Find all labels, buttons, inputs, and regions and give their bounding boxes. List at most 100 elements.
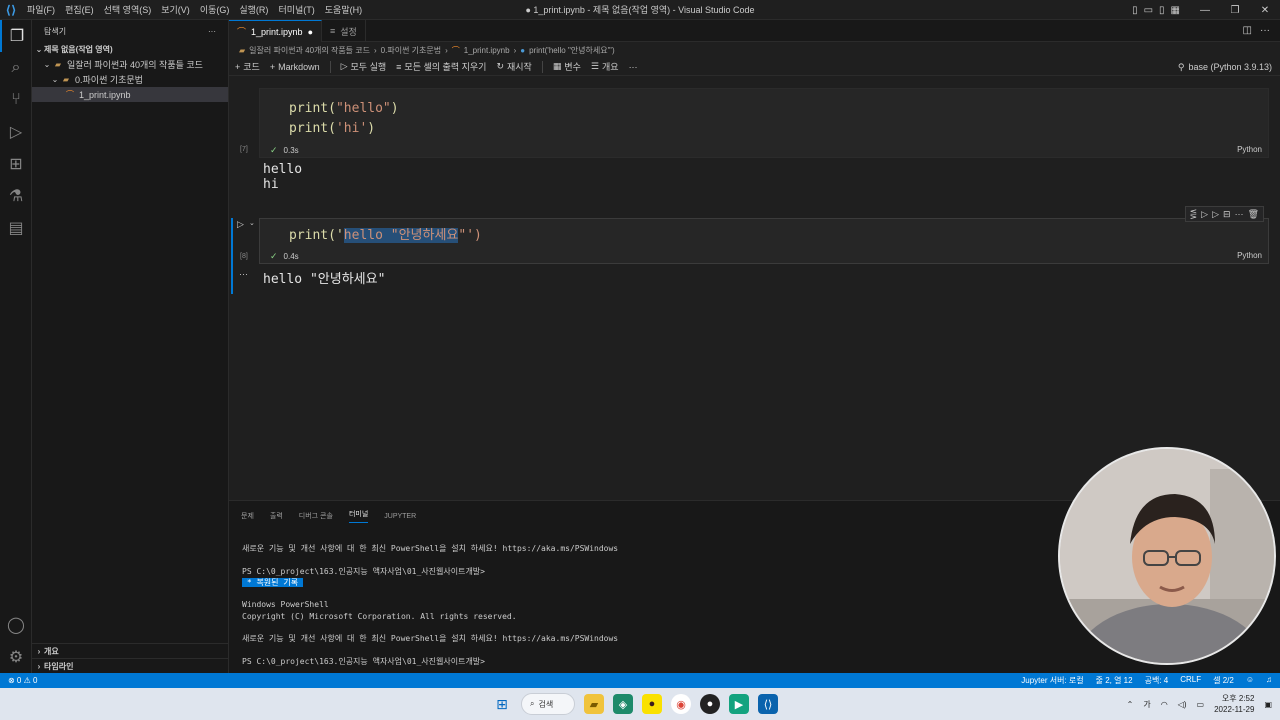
notifications-bell-icon[interactable]: ♫ bbox=[1266, 675, 1272, 686]
breadcrumb-item[interactable]: 일잘러 파이썬과 40개의 작품들 코드 bbox=[249, 45, 370, 56]
indentation[interactable]: 공백: 4 bbox=[1145, 675, 1169, 686]
tab-jupyter[interactable]: JUPYTER bbox=[384, 513, 416, 520]
subfolder-item[interactable]: ⌄ ▰ 0.파이썬 기초문법 bbox=[32, 72, 228, 87]
workspace-root[interactable]: ⌄ 제목 없음(작업 영역) bbox=[32, 42, 228, 57]
toggle-secondary-sidebar-icon[interactable]: ▯ bbox=[1159, 5, 1165, 16]
toggle-panel-icon[interactable]: ▭ bbox=[1144, 5, 1153, 16]
line-ending[interactable]: CRLF bbox=[1180, 675, 1201, 686]
activity-bar: ❐ ⌕ ⑂ ▷ ⊞ ⚗ ▤ ◯ ⚙ bbox=[0, 20, 32, 673]
tab-problems[interactable]: 문제 bbox=[241, 511, 254, 521]
run-all-button[interactable]: ▷ 모두 실행 bbox=[341, 60, 387, 73]
code-line[interactable]: print('hello "안녕하세요"') bbox=[289, 226, 482, 246]
outline-label: 개요 bbox=[44, 646, 59, 656]
feedback-icon[interactable]: ☺ bbox=[1246, 675, 1254, 686]
output-more-icon[interactable]: ··· bbox=[239, 269, 248, 279]
breadcrumb-item[interactable]: print('hello "안녕하세요"') bbox=[529, 45, 615, 56]
chevron-down-icon[interactable]: ⌄ bbox=[249, 219, 255, 227]
file-explorer-icon[interactable]: ▰ bbox=[584, 694, 604, 714]
tab-settings[interactable]: ≡ 설정 bbox=[322, 20, 366, 42]
explorer-icon[interactable]: ❐ bbox=[0, 20, 32, 52]
more-actions-icon[interactable]: ··· bbox=[208, 27, 216, 36]
clear-outputs-button[interactable]: ≡ 모든 셀의 출력 지우기 bbox=[396, 60, 486, 73]
code-line[interactable]: print('hi') bbox=[289, 119, 375, 139]
menu-view[interactable]: 보기(V) bbox=[156, 3, 195, 16]
jupyter-icon[interactable]: ▤ bbox=[0, 212, 32, 244]
execute-below-icon[interactable]: ▷ bbox=[1212, 209, 1219, 220]
restore-icon[interactable]: ❐ bbox=[1220, 5, 1250, 16]
menu-go[interactable]: 이동(G) bbox=[195, 3, 235, 16]
code-cell[interactable]: print('hello "안녕하세요"') ✓ 0.4s Python bbox=[259, 218, 1269, 264]
tab-debug-console[interactable]: 디버그 콘솔 bbox=[299, 511, 333, 521]
file-item[interactable]: ⌒ 1_print.ipynb bbox=[32, 87, 228, 102]
code-line[interactable]: print("hello") bbox=[289, 99, 399, 119]
video-app-icon[interactable]: ▶ bbox=[729, 694, 749, 714]
delete-cell-icon[interactable]: 🗑 bbox=[1248, 209, 1259, 220]
github-icon[interactable]: ● bbox=[700, 694, 720, 714]
menu-help[interactable]: 도움말(H) bbox=[320, 3, 367, 16]
execute-above-icon[interactable]: ▷ bbox=[1201, 209, 1208, 220]
split-cell-icon[interactable]: ⊟ bbox=[1223, 209, 1231, 220]
run-by-line-icon[interactable]: ⋚ bbox=[1190, 209, 1198, 220]
outline-button[interactable]: ☰ 개요 bbox=[591, 60, 619, 73]
search-icon[interactable]: ⌕ bbox=[0, 52, 32, 84]
jupyter-server-status[interactable]: Jupyter 서버: 로컬 bbox=[1021, 675, 1083, 686]
run-debug-icon[interactable]: ▷ bbox=[0, 116, 32, 148]
cell-language[interactable]: Python bbox=[1237, 145, 1262, 154]
extensions-icon[interactable]: ⊞ bbox=[0, 148, 32, 180]
clock[interactable]: 오후 2:52 2022-11-29 bbox=[1214, 693, 1254, 715]
code-token: ) bbox=[367, 121, 376, 136]
tray-chevron-up-icon[interactable]: ⌃ bbox=[1127, 700, 1134, 709]
add-code-cell-button[interactable]: + 코드 bbox=[235, 60, 260, 73]
add-markdown-cell-button[interactable]: + Markdown bbox=[270, 62, 320, 72]
cursor-position[interactable]: 줄 2, 열 12 bbox=[1096, 675, 1133, 686]
minimize-icon[interactable]: — bbox=[1190, 5, 1220, 16]
toggle-sidebar-icon[interactable]: ▯ bbox=[1132, 5, 1138, 16]
restart-button[interactable]: ↻ 재시작 bbox=[496, 60, 531, 73]
variables-button[interactable]: ▦ 변수 bbox=[553, 60, 581, 73]
wifi-icon[interactable]: ◠ bbox=[1161, 700, 1168, 709]
more-actions-icon[interactable]: ··· bbox=[629, 62, 638, 72]
customize-layout-icon[interactable]: ▦ bbox=[1171, 5, 1180, 16]
testing-icon[interactable]: ⚗ bbox=[0, 180, 32, 212]
kernel-picker[interactable]: ⚲ base (Python 3.9.13) bbox=[1178, 58, 1272, 76]
cell-indicator[interactable]: 셀 2/2 bbox=[1213, 675, 1234, 686]
more-actions-icon[interactable]: ··· bbox=[1235, 209, 1244, 219]
cell-language[interactable]: Python bbox=[1237, 251, 1262, 260]
menu-terminal[interactable]: 터미널(T) bbox=[273, 3, 319, 16]
app-icon[interactable]: ◈ bbox=[613, 694, 633, 714]
tab-actions: ◫ ··· bbox=[1243, 20, 1280, 41]
menu-edit[interactable]: 편집(E) bbox=[60, 3, 99, 16]
timeline-section[interactable]: › 타임라인 bbox=[32, 658, 228, 673]
split-editor-icon[interactable]: ◫ bbox=[1243, 25, 1252, 36]
run-cell-icon[interactable]: ▷ bbox=[237, 219, 244, 230]
menu-run[interactable]: 실행(R) bbox=[234, 3, 273, 16]
kakaotalk-icon[interactable]: ● bbox=[642, 694, 662, 714]
chrome-icon[interactable]: ◉ bbox=[671, 694, 691, 714]
terminal-output[interactable]: 새로운 기능 및 개선 사항에 대 한 최신 PowerShell을 설치 하세… bbox=[242, 543, 618, 667]
taskbar-search[interactable]: ⌕ 검색 bbox=[521, 693, 575, 715]
battery-icon[interactable]: ▭ bbox=[1197, 700, 1205, 709]
notification-icon[interactable]: ▣ bbox=[1264, 700, 1272, 709]
menu-selection[interactable]: 선택 영역(S) bbox=[99, 3, 157, 16]
volume-icon[interactable]: ◁) bbox=[1178, 700, 1187, 709]
account-icon[interactable]: ◯ bbox=[0, 609, 32, 641]
breadcrumb-item[interactable]: 1_print.ipynb bbox=[464, 46, 510, 55]
folder-item[interactable]: ⌄ ▰ 일잘러 파이썬과 40개의 작품들 코드 bbox=[32, 57, 228, 72]
tab-terminal[interactable]: 터미널 bbox=[348, 509, 369, 523]
breadcrumb-item[interactable]: 0.파이썬 기초문법 bbox=[381, 45, 441, 56]
tab-notebook[interactable]: ⌒ 1_print.ipynb ● bbox=[229, 20, 322, 42]
activity-bottom: ◯ ⚙ bbox=[0, 609, 32, 673]
settings-gear-icon[interactable]: ⚙ bbox=[0, 641, 32, 673]
source-control-icon[interactable]: ⑂ bbox=[0, 84, 32, 116]
ime-indicator[interactable]: 가 bbox=[1143, 699, 1150, 710]
windows-start-icon[interactable]: ⊞ bbox=[492, 694, 512, 714]
close-icon[interactable]: ✕ bbox=[1250, 5, 1280, 16]
code-cell[interactable]: print("hello") print('hi') ✓ 0.3s Python bbox=[259, 88, 1269, 158]
problems-status[interactable]: ⊗ 0 ⚠ 0 bbox=[8, 676, 37, 685]
menu-file[interactable]: 파일(F) bbox=[22, 3, 60, 16]
unsaved-dot-icon[interactable]: ● bbox=[308, 27, 313, 37]
more-actions-icon[interactable]: ··· bbox=[1260, 25, 1270, 36]
outline-section[interactable]: › 개요 bbox=[32, 643, 228, 658]
tab-output[interactable]: 출력 bbox=[270, 511, 283, 521]
vscode-icon[interactable]: ⟨⟩ bbox=[758, 694, 778, 714]
